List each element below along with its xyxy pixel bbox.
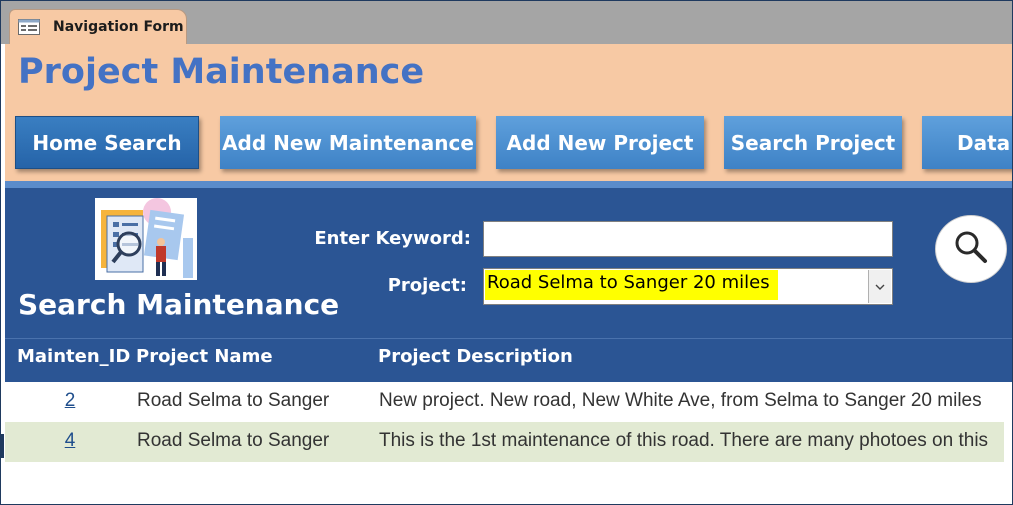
mainten-id-link[interactable]: 4: [5, 430, 135, 452]
keyword-input[interactable]: [483, 221, 893, 257]
record-selector-marker: [1, 434, 4, 458]
page-title: Project Maintenance: [18, 52, 425, 92]
tab-strip: Navigation Form: [1, 1, 1012, 44]
search-project-button[interactable]: Search Project: [724, 116, 902, 169]
navigation-form-window: Navigation Form Project Maintenance Home…: [0, 0, 1013, 505]
tab-navigation-form[interactable]: Navigation Form: [9, 9, 187, 44]
form-icon: [18, 19, 40, 35]
search-document-illustration-icon: [95, 198, 197, 280]
project-name-cell: Road Selma to Sanger: [137, 430, 330, 451]
search-panel: Search Maintenance Enter Keyword: Projec…: [5, 188, 1012, 338]
mainten-id-link[interactable]: 2: [5, 390, 135, 412]
project-label: Project:: [387, 275, 467, 296]
grid-header: Mainten_ID Project Name Project Descript…: [5, 338, 1012, 382]
add-new-maintenance-button[interactable]: Add New Maintenance: [220, 116, 476, 169]
keyword-label: Enter Keyword:: [314, 228, 471, 249]
project-dropdown[interactable]: Road Selma to Sanger 20 miles: [483, 268, 893, 305]
chevron-down-icon[interactable]: [868, 270, 891, 303]
column-header-mainten-id[interactable]: Mainten_ID: [17, 346, 130, 367]
header-divider: [5, 181, 1012, 188]
project-name-cell: Road Selma to Sanger: [137, 390, 330, 411]
project-description-cell: This is the 1st maintenance of this road…: [379, 430, 989, 451]
magnifier-icon: [953, 229, 989, 269]
add-new-project-button[interactable]: Add New Project: [496, 116, 704, 169]
project-selected-value: Road Selma to Sanger 20 miles: [485, 270, 778, 300]
home-search-button[interactable]: Home Search: [15, 116, 199, 169]
column-header-project-name[interactable]: Project Name: [136, 346, 273, 367]
table-row[interactable]: 4 Road Selma to Sanger This is the 1st m…: [5, 422, 1004, 462]
data-list-button[interactable]: Data Li: [922, 116, 1012, 169]
form-header: Project Maintenance Home Search Add New …: [5, 44, 1012, 181]
table-row[interactable]: 2 Road Selma to Sanger New project. New …: [5, 382, 1004, 422]
project-description-cell: New project. New road, New White Ave, fr…: [379, 390, 982, 411]
tab-label: Navigation Form: [53, 19, 184, 35]
column-header-project-description[interactable]: Project Description: [378, 346, 573, 367]
search-button[interactable]: [935, 215, 1007, 283]
